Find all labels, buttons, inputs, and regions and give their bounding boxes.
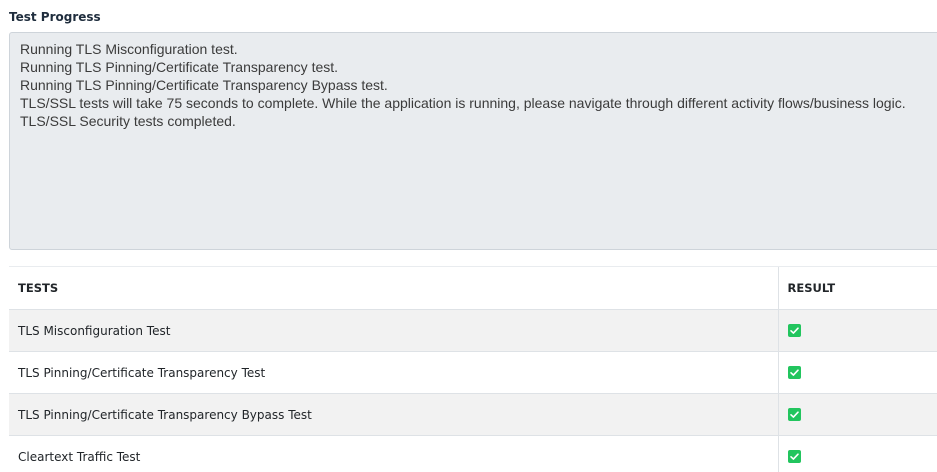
column-header-tests: TESTS xyxy=(9,266,778,310)
table-row: TLS Pinning/Certificate Transparency Tes… xyxy=(9,351,937,394)
check-icon xyxy=(787,323,801,337)
section-title: Test Progress xyxy=(9,10,101,24)
log-line: TLS/SSL tests will take 75 seconds to co… xyxy=(20,95,906,111)
test-results-table: TESTS RESULT TLS Misconfiguration Test T… xyxy=(9,266,937,472)
test-progress-log[interactable]: Running TLS Misconfiguration test. Runni… xyxy=(9,32,937,250)
result-cell xyxy=(777,393,937,436)
log-line: Running TLS Misconfiguration test. xyxy=(20,41,238,57)
log-line: TLS/SSL Security tests completed. xyxy=(20,113,236,129)
result-cell xyxy=(777,435,937,472)
table-row: Cleartext Traffic Test xyxy=(9,435,937,472)
log-line: Running TLS Pinning/Certificate Transpar… xyxy=(20,77,388,93)
test-name-cell: Cleartext Traffic Test xyxy=(9,435,778,472)
check-icon xyxy=(787,365,801,379)
table-header-row: TESTS RESULT xyxy=(9,266,937,310)
check-icon xyxy=(787,449,801,463)
log-line: Running TLS Pinning/Certificate Transpar… xyxy=(20,59,339,75)
check-icon xyxy=(787,407,801,421)
column-header-result: RESULT xyxy=(777,266,937,310)
table-row: TLS Pinning/Certificate Transparency Byp… xyxy=(9,393,937,436)
test-name-cell: TLS Pinning/Certificate Transparency Byp… xyxy=(9,393,778,436)
test-name-cell: TLS Pinning/Certificate Transparency Tes… xyxy=(9,351,778,394)
result-cell xyxy=(777,351,937,394)
table-row: TLS Misconfiguration Test xyxy=(9,309,937,352)
result-cell xyxy=(777,309,937,352)
test-name-cell: TLS Misconfiguration Test xyxy=(9,309,778,352)
